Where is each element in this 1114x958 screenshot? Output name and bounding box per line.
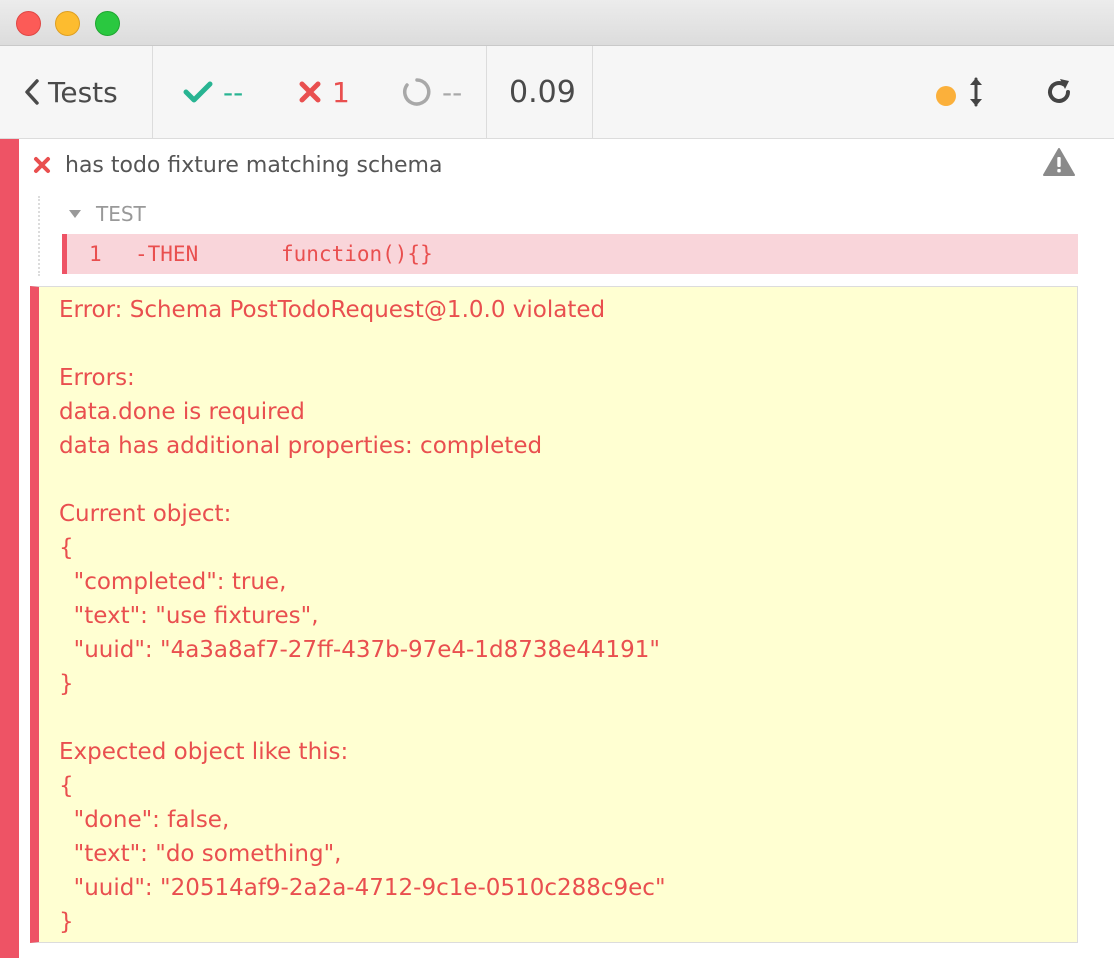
back-to-tests-button[interactable]: Tests (24, 46, 118, 138)
error-line: { (59, 535, 74, 561)
hook-header[interactable]: TEST (68, 200, 146, 228)
caret-down-icon (69, 210, 81, 218)
command-message: function(){} (281, 242, 433, 266)
error-line (59, 701, 666, 735)
rerun-tests-button[interactable] (1044, 46, 1074, 138)
error-line: Expected object like this: (59, 739, 349, 765)
error-line: "uuid": "4a3a8af7-27ff-437b-97e4-1d8738e… (59, 637, 660, 663)
close-window-button[interactable] (16, 11, 41, 36)
error-line (59, 327, 666, 361)
error-line: data has additional properties: complete… (59, 433, 543, 459)
command-name: -THEN (135, 242, 199, 266)
failed-value: 1 (332, 75, 350, 109)
test-title: has todo fixture matching schema (65, 152, 443, 178)
header-divider (486, 46, 487, 138)
error-line: } (59, 909, 74, 935)
error-line: "completed": true, (59, 569, 287, 595)
chevron-left-icon (25, 79, 39, 105)
failed-state-strip (0, 139, 19, 958)
command-row[interactable]: 1 -THEN function(){} (62, 234, 1078, 274)
x-icon (34, 157, 50, 173)
error-line: Errors: (59, 365, 135, 391)
running-status-dot (936, 86, 956, 106)
error-line: data.done is required (59, 399, 305, 425)
failed-test-runnable: has todo fixture matching schema TEST 1 … (0, 139, 1114, 958)
error-line: } (59, 671, 74, 697)
error-line: "uuid": "20514af9-2a2a-4712-9c1e-0510c28… (59, 875, 666, 901)
back-label: Tests (48, 75, 118, 109)
vertical-resize-icon (970, 77, 982, 107)
reporter-header: Tests -- 1 -- 0.09 (0, 46, 1114, 139)
minimize-window-button[interactable] (55, 11, 80, 36)
failed-count: 1 (298, 46, 350, 138)
duration: 0.09 (509, 74, 576, 110)
title-bar (0, 0, 1114, 46)
x-icon (299, 81, 321, 103)
warning-icon[interactable] (1043, 147, 1075, 177)
header-divider (152, 46, 153, 138)
error-line: "text": "do something", (59, 841, 342, 867)
error-line: { (59, 773, 74, 799)
error-line (59, 463, 666, 497)
test-title-row[interactable]: has todo fixture matching schema (19, 139, 1114, 191)
error-line: Error: Schema PostTodoRequest@1.0.0 viol… (59, 297, 606, 323)
error-message-text: Error: Schema PostTodoRequest@1.0.0 viol… (59, 293, 666, 939)
error-message-box[interactable]: Error: Schema PostTodoRequest@1.0.0 viol… (30, 286, 1078, 943)
passed-count: -- (183, 46, 243, 138)
maximize-window-button[interactable] (95, 11, 120, 36)
pending-count: -- (402, 46, 462, 138)
test-hook: TEST 1 -THEN function(){} (38, 196, 1080, 276)
command-number: 1 (89, 242, 102, 266)
pending-value: -- (442, 75, 463, 109)
error-line: "text": "use fixtures", (59, 603, 319, 629)
passed-value: -- (223, 75, 244, 109)
check-icon (183, 81, 213, 103)
error-line: Current object: (59, 501, 232, 527)
error-line: "done": false, (59, 807, 230, 833)
reload-icon (1048, 79, 1070, 103)
hook-label: TEST (96, 202, 146, 226)
resize-toggle-button[interactable] (968, 46, 984, 138)
app-window: Tests -- 1 -- 0.09 has todo fixture matc… (0, 0, 1114, 958)
spinner-icon (403, 78, 431, 106)
header-divider (592, 46, 593, 138)
